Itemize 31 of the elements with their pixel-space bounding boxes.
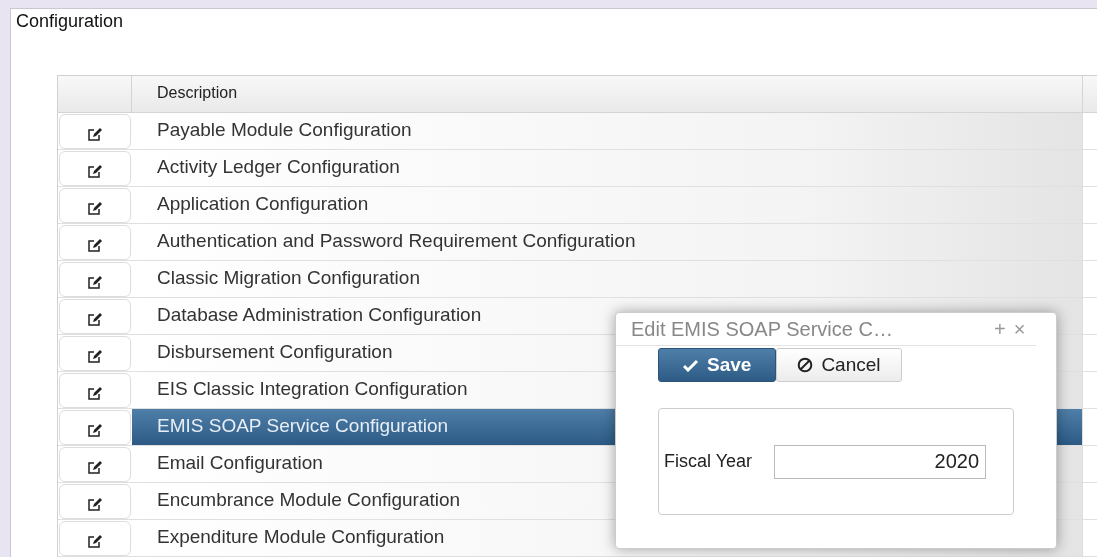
edit-button[interactable] [59,373,131,408]
edit-icon [87,460,103,474]
edit-icon [87,534,103,548]
edit-icon [87,164,103,178]
check-icon [683,358,699,372]
edit-icon [87,201,103,215]
cancel-icon [797,357,814,373]
edit-button[interactable] [59,225,131,260]
edit-icon [87,386,103,400]
edit-icon [87,349,103,363]
edit-button[interactable] [59,262,131,297]
edit-button[interactable] [59,188,131,223]
save-button[interactable]: Save [658,348,777,382]
edit-button[interactable] [59,299,131,334]
edit-button[interactable] [59,521,131,556]
edit-button[interactable] [59,151,131,186]
edit-button[interactable] [59,484,131,519]
cancel-button[interactable]: Cancel [776,348,902,382]
edit-icon [87,423,103,437]
edit-button[interactable] [59,336,131,371]
edit-icon [87,312,103,326]
edit-icon [87,127,103,141]
edit-button[interactable] [59,114,131,149]
edit-button[interactable] [59,410,131,445]
panel-title: Configuration [15,10,125,33]
fiscal-year-field[interactable]: 2020 [774,444,987,479]
edit-icon [87,497,103,511]
edit-icon [87,275,103,289]
field-label: Fiscal Year [664,451,753,472]
edit-icon [87,238,103,252]
edit-button[interactable] [59,447,131,482]
